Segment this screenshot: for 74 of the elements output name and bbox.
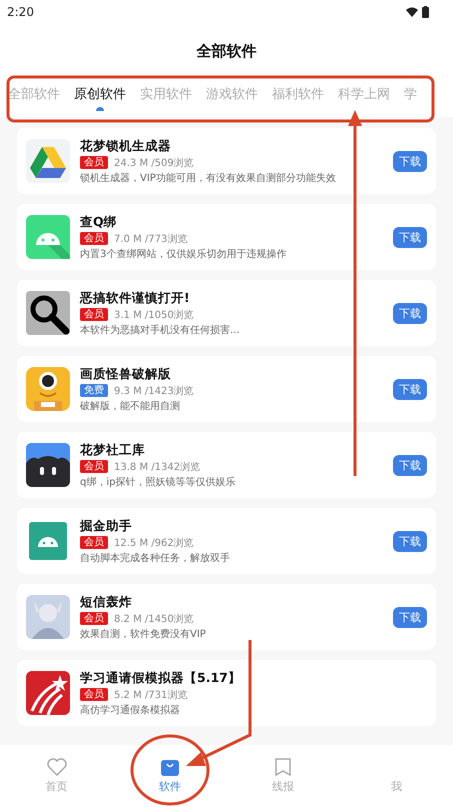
app-card[interactable]: 恶搞软件谨慎打开! 会员 3.1 M /1050浏览 本软件为恶搞对手机没有任何损害... 下载	[17, 280, 436, 346]
bookmark-icon	[273, 758, 294, 776]
app-stats: 24.3 M /509浏览	[114, 156, 194, 170]
category-tab[interactable]: 福利软件	[272, 85, 324, 103]
app-description: q绑，ip探针，照妖镜等等仅供娱乐	[80, 476, 236, 488]
page-title: 全部软件	[0, 20, 453, 75]
app-name: 花梦锁机生成器	[80, 138, 172, 154]
category-tab[interactable]: 原创软件	[74, 85, 126, 103]
nav-tab[interactable]: 我	[366, 758, 426, 794]
app-description: 破解版，能不能用自测	[80, 400, 181, 412]
app-stats: 12.5 M /962浏览	[114, 536, 194, 550]
app-stats: 8.2 M /1450浏览	[114, 612, 194, 626]
price-tag: 会员	[80, 308, 108, 321]
app-card[interactable]: 短信轰炸 会员 8.2 M /1450浏览 效果自测，软件免费没有VIP 下载	[17, 584, 436, 650]
app-name: 查Q绑	[80, 214, 118, 230]
category-tab[interactable]: 全部软件	[8, 85, 60, 103]
app-card[interactable]: 花梦社工库 会员 13.8 M /1342浏览 q绑，ip探针，照妖镜等等仅供娱乐 下载	[17, 432, 436, 498]
app-stats: 13.8 M /1342浏览	[114, 460, 200, 474]
app-icon	[26, 443, 70, 487]
download-button[interactable]: 下载	[393, 606, 427, 628]
app-stats: 3.1 M /1050浏览	[114, 308, 194, 322]
wifi-icon	[406, 7, 418, 17]
app-icon	[26, 215, 70, 259]
app-description: 自动脚本完成各种任务，解放双手	[80, 552, 231, 564]
download-button[interactable]: 下载	[393, 226, 427, 248]
app-card[interactable]: 掘金助手 会员 12.5 M /962浏览 自动脚本完成各种任务，解放双手 下载	[17, 508, 436, 574]
price-tag: 会员	[80, 460, 108, 473]
app-name: 恶搞软件谨慎打开!	[80, 290, 191, 306]
tab-indicator	[96, 107, 104, 111]
app-icon	[26, 595, 70, 639]
price-tag: 会员	[80, 688, 108, 701]
app-icon	[26, 291, 70, 335]
status-time: 2:20	[7, 5, 34, 19]
category-tab[interactable]: 科学上网	[338, 85, 390, 103]
category-tab[interactable]: 实用软件	[140, 85, 192, 103]
app-description: 锁机生成器，VIP功能可用，有没有效果自测部分功能失效	[80, 172, 337, 184]
download-button[interactable]: 下载	[393, 302, 427, 324]
nav-tab[interactable]: 首页	[26, 758, 87, 794]
heart-icon	[46, 758, 67, 776]
category-tab[interactable]: 游戏软件	[206, 85, 258, 103]
price-tag: 会员	[80, 232, 108, 245]
app-card[interactable]: 花梦锁机生成器 会员 24.3 M /509浏览 锁机生成器，VIP功能可用，有没有效果自测部分功能失效 下载	[17, 128, 436, 194]
app-description: 本软件为恶搞对手机没有任何损害...	[80, 324, 241, 336]
app-stats: 9.3 M /1423浏览	[114, 384, 194, 398]
app-card[interactable]: 学习通请假模拟器【5.17】 会员 5.2 M /731浏览 高仿学习通假条模拟器	[17, 660, 436, 726]
app-icon	[26, 139, 70, 183]
app-name: 花梦社工库	[80, 442, 146, 458]
nav-tab[interactable]: 软件	[140, 758, 200, 794]
download-button[interactable]: 下载	[393, 530, 427, 552]
app-icon	[26, 367, 70, 411]
app-description: 内置3个查绑网站，仅供娱乐切勿用于违规操作	[80, 248, 288, 260]
battery-icon	[422, 6, 429, 18]
app-card[interactable]: 查Q绑 会员 7.0 M /773浏览 内置3个查绑网站，仅供娱乐切勿用于违规操作 下载	[17, 204, 436, 270]
price-tag: 会员	[80, 612, 108, 625]
price-tag: 会员	[80, 156, 108, 169]
download-button[interactable]: 下载	[393, 378, 427, 400]
price-tag: 会员	[80, 536, 108, 549]
app-stats: 7.0 M /773浏览	[114, 232, 188, 246]
nav-tab[interactable]: 线报	[253, 758, 314, 794]
bag-icon	[160, 758, 180, 776]
app-name: 短信轰炸	[80, 594, 133, 610]
app-stats: 5.2 M /731浏览	[114, 688, 188, 702]
download-button[interactable]: 下载	[393, 150, 427, 172]
app-name: 学习通请假模拟器【5.17】	[80, 670, 242, 686]
download-button[interactable]: 下载	[393, 454, 427, 476]
app-name: 掘金助手	[80, 518, 133, 534]
app-description: 效果自测，软件免费没有VIP	[80, 628, 207, 640]
app-description: 高仿学习通假条模拟器	[80, 704, 181, 716]
app-icon	[26, 671, 70, 715]
app-name: 画质怪兽破解版	[80, 366, 172, 382]
app-icon	[26, 519, 70, 563]
category-tab[interactable]: 学	[404, 85, 417, 103]
app-card[interactable]: 画质怪兽破解版 免费 9.3 M /1423浏览 破解版，能不能用自测 下载	[17, 356, 436, 422]
price-tag: 免费	[80, 384, 108, 397]
